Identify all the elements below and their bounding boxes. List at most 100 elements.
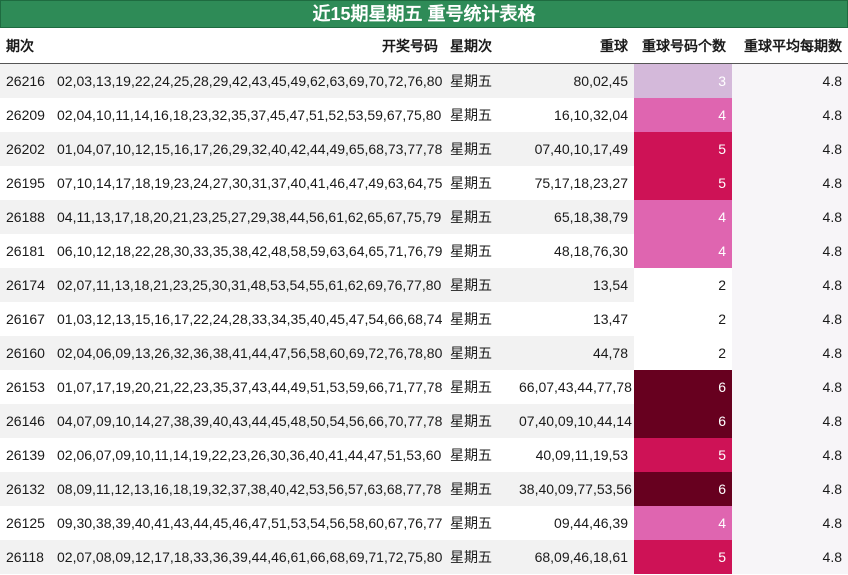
cell-repeat-count: 2 xyxy=(634,336,732,370)
header-weekday: 星期次 xyxy=(444,28,513,64)
cell-repeat: 07,40,10,17,49 xyxy=(513,132,634,166)
header-period: 期次 xyxy=(0,28,51,64)
cell-avg: 4.8 xyxy=(732,268,848,302)
cell-weekday: 星期五 xyxy=(444,63,513,98)
table-row: 26125 09,30,38,39,40,41,43,44,45,46,47,51… xyxy=(0,506,848,540)
cell-period: 26153 xyxy=(0,370,51,404)
cell-period: 26118 xyxy=(0,540,51,574)
cell-repeat: 07,40,09,10,44,14 xyxy=(513,404,634,438)
cell-avg: 4.8 xyxy=(732,540,848,574)
cell-numbers: 02,06,07,09,10,11,14,19,22,23,26,30,36,4… xyxy=(51,438,444,472)
cell-repeat-count: 3 xyxy=(634,63,732,98)
header-repeat-count: 重球号码个数 xyxy=(634,28,732,64)
cell-weekday: 星期五 xyxy=(444,438,513,472)
cell-period: 26125 xyxy=(0,506,51,540)
cell-weekday: 星期五 xyxy=(444,370,513,404)
cell-repeat: 16,10,32,04 xyxy=(513,98,634,132)
cell-numbers: 02,04,10,11,14,16,18,23,32,35,37,45,47,5… xyxy=(51,98,444,132)
header-avg: 重球平均每期数 xyxy=(732,28,848,64)
cell-repeat-count: 5 xyxy=(634,438,732,472)
cell-period: 26195 xyxy=(0,166,51,200)
header-row: 期次 开奖号码 星期次 重球 重球号码个数 重球平均每期数 xyxy=(0,28,848,64)
cell-weekday: 星期五 xyxy=(444,506,513,540)
cell-weekday: 星期五 xyxy=(444,98,513,132)
table-row: 26146 04,07,09,10,14,27,38,39,40,43,44,45… xyxy=(0,404,848,438)
cell-repeat-count: 2 xyxy=(634,268,732,302)
cell-numbers: 02,07,08,09,12,17,18,33,36,39,44,46,61,6… xyxy=(51,540,444,574)
table-row: 26139 02,06,07,09,10,11,14,19,22,23,26,30… xyxy=(0,438,848,472)
cell-period: 26167 xyxy=(0,302,51,336)
repeat-stats-table: 期次 开奖号码 星期次 重球 重球号码个数 重球平均每期数 26216 02,03… xyxy=(0,28,848,574)
cell-weekday: 星期五 xyxy=(444,302,513,336)
cell-period: 26132 xyxy=(0,472,51,506)
cell-repeat-count: 4 xyxy=(634,234,732,268)
cell-period: 26202 xyxy=(0,132,51,166)
table-row: 26153 01,07,17,19,20,21,22,23,35,37,43,44… xyxy=(0,370,848,404)
cell-repeat-count: 5 xyxy=(634,132,732,166)
cell-weekday: 星期五 xyxy=(444,540,513,574)
cell-weekday: 星期五 xyxy=(444,404,513,438)
cell-repeat: 44,78 xyxy=(513,336,634,370)
table-row: 26216 02,03,13,19,22,24,25,28,29,42,43,45… xyxy=(0,63,848,98)
table-row: 26188 04,11,13,17,18,20,21,23,25,27,29,38… xyxy=(0,200,848,234)
table-row: 26209 02,04,10,11,14,16,18,23,32,35,37,45… xyxy=(0,98,848,132)
cell-period: 26209 xyxy=(0,98,51,132)
cell-repeat-count: 6 xyxy=(634,472,732,506)
cell-repeat: 75,17,18,23,27 xyxy=(513,166,634,200)
cell-weekday: 星期五 xyxy=(444,166,513,200)
cell-repeat: 68,09,46,18,61 xyxy=(513,540,634,574)
table-row: 26174 02,07,11,13,18,21,23,25,30,31,48,53… xyxy=(0,268,848,302)
header-numbers: 开奖号码 xyxy=(51,28,444,64)
cell-avg: 4.8 xyxy=(732,98,848,132)
cell-numbers: 04,11,13,17,18,20,21,23,25,27,29,38,44,5… xyxy=(51,200,444,234)
cell-repeat: 80,02,45 xyxy=(513,63,634,98)
cell-avg: 4.8 xyxy=(732,166,848,200)
cell-avg: 4.8 xyxy=(732,336,848,370)
cell-numbers: 08,09,11,12,13,16,18,19,32,37,38,40,42,5… xyxy=(51,472,444,506)
cell-weekday: 星期五 xyxy=(444,268,513,302)
cell-period: 26188 xyxy=(0,200,51,234)
cell-avg: 4.8 xyxy=(732,370,848,404)
cell-avg: 4.8 xyxy=(732,234,848,268)
cell-repeat: 38,40,09,77,53,56 xyxy=(513,472,634,506)
cell-numbers: 09,30,38,39,40,41,43,44,45,46,47,51,53,5… xyxy=(51,506,444,540)
cell-repeat-count: 4 xyxy=(634,98,732,132)
cell-numbers: 02,04,06,09,13,26,32,36,38,41,44,47,56,5… xyxy=(51,336,444,370)
cell-repeat: 66,07,43,44,77,78 xyxy=(513,370,634,404)
cell-numbers: 07,10,14,17,18,19,23,24,27,30,31,37,40,4… xyxy=(51,166,444,200)
cell-period: 26181 xyxy=(0,234,51,268)
cell-numbers: 04,07,09,10,14,27,38,39,40,43,44,45,48,5… xyxy=(51,404,444,438)
cell-weekday: 星期五 xyxy=(444,132,513,166)
table-row: 26181 06,10,12,18,22,28,30,33,35,38,42,48… xyxy=(0,234,848,268)
table-row: 26167 01,03,12,13,15,16,17,22,24,28,33,34… xyxy=(0,302,848,336)
cell-repeat-count: 2 xyxy=(634,302,732,336)
cell-avg: 4.8 xyxy=(732,132,848,166)
cell-numbers: 06,10,12,18,22,28,30,33,35,38,42,48,58,5… xyxy=(51,234,444,268)
cell-numbers: 01,04,07,10,12,15,16,17,26,29,32,40,42,4… xyxy=(51,132,444,166)
cell-numbers: 01,03,12,13,15,16,17,22,24,28,33,34,35,4… xyxy=(51,302,444,336)
cell-period: 26216 xyxy=(0,63,51,98)
cell-avg: 4.8 xyxy=(732,63,848,98)
header-repeat: 重球 xyxy=(513,28,634,64)
cell-weekday: 星期五 xyxy=(444,200,513,234)
table-row: 26160 02,04,06,09,13,26,32,36,38,41,44,47… xyxy=(0,336,848,370)
table-row: 26132 08,09,11,12,13,16,18,19,32,37,38,40… xyxy=(0,472,848,506)
cell-repeat-count: 6 xyxy=(634,370,732,404)
table-row: 26195 07,10,14,17,18,19,23,24,27,30,31,37… xyxy=(0,166,848,200)
table-row: 26202 01,04,07,10,12,15,16,17,26,29,32,40… xyxy=(0,132,848,166)
cell-repeat-count: 4 xyxy=(634,200,732,234)
table-header: 期次 开奖号码 星期次 重球 重球号码个数 重球平均每期数 xyxy=(0,28,848,64)
cell-weekday: 星期五 xyxy=(444,234,513,268)
cell-numbers: 02,03,13,19,22,24,25,28,29,42,43,45,49,6… xyxy=(51,63,444,98)
cell-repeat-count: 5 xyxy=(634,166,732,200)
cell-repeat: 48,18,76,30 xyxy=(513,234,634,268)
cell-numbers: 02,07,11,13,18,21,23,25,30,31,48,53,54,5… xyxy=(51,268,444,302)
cell-repeat: 13,54 xyxy=(513,268,634,302)
cell-avg: 4.8 xyxy=(732,438,848,472)
cell-period: 26160 xyxy=(0,336,51,370)
cell-period: 26139 xyxy=(0,438,51,472)
table-title: 近15期星期五 重号统计表格 xyxy=(0,0,848,28)
cell-repeat-count: 5 xyxy=(634,540,732,574)
table-row: 26118 02,07,08,09,12,17,18,33,36,39,44,46… xyxy=(0,540,848,574)
cell-weekday: 星期五 xyxy=(444,472,513,506)
